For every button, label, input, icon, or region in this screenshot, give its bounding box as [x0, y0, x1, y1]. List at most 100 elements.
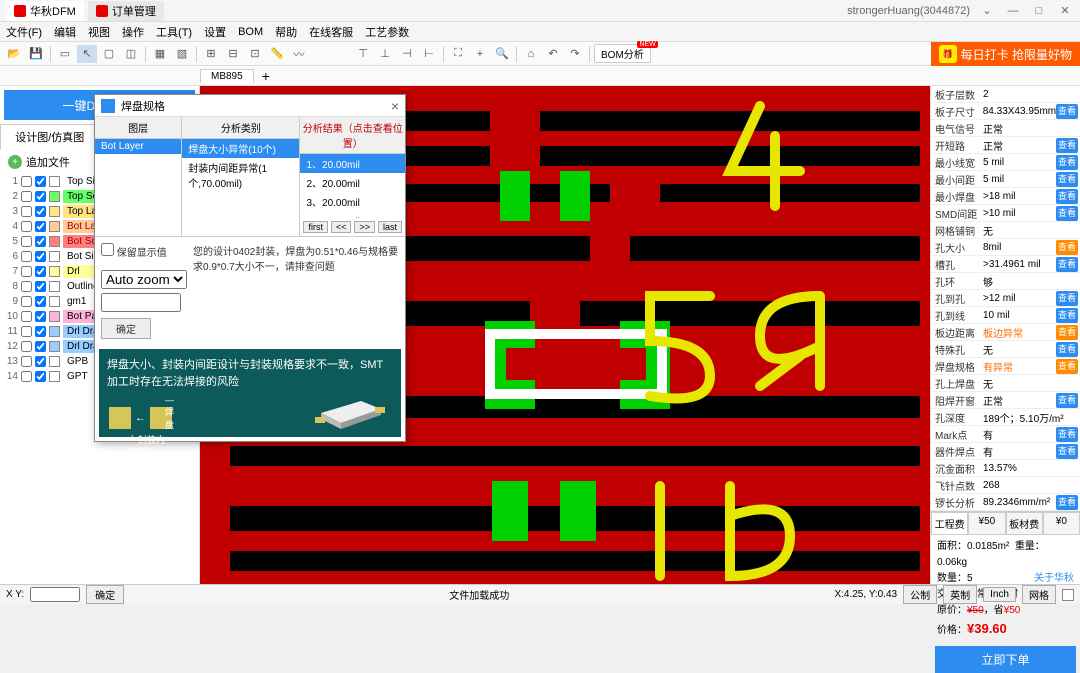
keep-display-checkbox[interactable]: 保留显示值 [101, 248, 167, 259]
prop-row: 网格铺铜无 [931, 222, 1080, 239]
home-icon[interactable]: ⌂ [521, 45, 541, 63]
prop-view-button[interactable]: 查看 [1056, 291, 1078, 306]
menu-item[interactable]: 帮助 [275, 24, 297, 40]
dialog-list-item[interactable]: Bot Layer [95, 139, 181, 154]
zoom-input[interactable] [101, 293, 181, 312]
redo-icon[interactable]: ↷ [565, 45, 585, 63]
layer2-icon[interactable]: ▧ [172, 45, 192, 63]
prop-row: 孔深度189个；5.10万/m² [931, 409, 1080, 426]
dialog-list-item[interactable]: 封装内间距异常(1个,70.00mil) [182, 158, 299, 192]
grid3-icon[interactable]: ⊡ [245, 45, 265, 63]
menu-item[interactable]: 在线客服 [309, 24, 353, 40]
prop-row: Mark点有查看 [931, 426, 1080, 443]
promo-banner[interactable]: 🎁每日打卡 抢限量好物 [931, 42, 1080, 66]
dialog-list-item[interactable]: 3、20.00mil [300, 192, 405, 211]
dialog-list-item[interactable]: 2、20.00mil [300, 173, 405, 192]
unit-imperial[interactable]: 英制 [943, 585, 977, 604]
menu-item[interactable]: 操作 [122, 24, 144, 40]
open-icon[interactable]: 📂 [4, 45, 24, 63]
zoom-fit-icon[interactable]: ⛶ [448, 45, 468, 63]
prop-row: 飞针点数268 [931, 477, 1080, 494]
prop-view-button[interactable]: 查看 [1056, 308, 1078, 323]
order-button[interactable]: 立即下单 [935, 646, 1076, 673]
prop-view-button[interactable]: 查看 [1056, 342, 1078, 357]
align-r-icon[interactable]: ⊢ [419, 45, 439, 63]
prop-row: 开短路正常查看 [931, 137, 1080, 154]
user-menu-icon[interactable]: ⌄ [978, 4, 996, 17]
menu-item[interactable]: 设置 [204, 24, 226, 40]
tool-icon[interactable]: ▢ [99, 45, 119, 63]
menu-item[interactable]: 文件(F) [6, 24, 42, 40]
orders-tab[interactable]: 订单管理 [88, 1, 164, 21]
toolbar: 📂 💾 ▭ ↖ ▢ ◫ ▦ ▧ ⊞ ⊟ ⊡ 📏 〰 ⊤ ⊥ ⊣ ⊢ ⛶ + 🔍 … [0, 42, 1080, 66]
design-tab[interactable]: 设计图/仿真图 [0, 124, 100, 150]
prop-view-button[interactable]: 查看 [1056, 206, 1078, 221]
prop-view-button[interactable]: 查看 [1056, 393, 1078, 408]
cursor-icon[interactable]: ↖ [77, 45, 97, 63]
zoom-select[interactable]: Auto zoom [101, 270, 187, 289]
pager-button[interactable]: >> [354, 221, 375, 233]
grid-icon[interactable]: ⊞ [201, 45, 221, 63]
file-tab[interactable]: MB895 [200, 69, 254, 83]
align-l-icon[interactable]: ⊣ [397, 45, 417, 63]
dialog-title: 焊盘规格 [121, 98, 165, 114]
save-icon[interactable]: 💾 [26, 45, 46, 63]
prop-row: 孔到孔>12 mil查看 [931, 290, 1080, 307]
xy-ok-button[interactable]: 确定 [86, 585, 124, 604]
tool2-icon[interactable]: ◫ [121, 45, 141, 63]
dialog-list-item[interactable]: 焊盘大小异常(10个) [182, 139, 299, 158]
prop-row: 最小间距5 mil查看 [931, 171, 1080, 188]
dialog-list-item[interactable]: 1、20.00mil [300, 154, 405, 173]
menu-item[interactable]: BOM [238, 26, 263, 38]
prop-view-button[interactable]: 查看 [1056, 359, 1078, 374]
add-tab-button[interactable]: + [262, 68, 270, 84]
pager-button[interactable]: first [303, 221, 328, 233]
cost-tab-eng[interactable]: 工程费 [931, 512, 968, 535]
prop-view-button[interactable]: 查看 [1056, 104, 1078, 119]
pager-button[interactable]: last [378, 221, 402, 233]
close-button[interactable]: ✕ [1056, 4, 1074, 17]
prop-view-button[interactable]: 查看 [1056, 495, 1078, 510]
dialog-close-button[interactable]: × [391, 98, 399, 114]
app-tab[interactable]: 华秋DFM [6, 1, 84, 21]
minimize-button[interactable]: — [1004, 5, 1022, 17]
maximize-button[interactable]: □ [1030, 5, 1048, 17]
unit-inch[interactable]: Inch [983, 587, 1016, 602]
xy-input[interactable] [30, 587, 80, 602]
prop-row: 孔到线10 mil查看 [931, 307, 1080, 324]
prop-view-button[interactable]: 查看 [1056, 189, 1078, 204]
prop-row: 器件焊点有查看 [931, 443, 1080, 460]
layer-icon[interactable]: ▦ [150, 45, 170, 63]
align-b-icon[interactable]: ⊥ [375, 45, 395, 63]
app-logo-icon [14, 5, 26, 17]
menu-item[interactable]: 工艺参数 [365, 24, 409, 40]
prop-view-button[interactable]: 查看 [1056, 138, 1078, 153]
bom-button[interactable]: BOM分析NEW [594, 44, 651, 63]
pager-button[interactable]: << [331, 221, 352, 233]
cost-tab-mat[interactable]: 板材费 [1006, 512, 1043, 535]
color-swatch[interactable] [1062, 589, 1074, 601]
undo-icon[interactable]: ↶ [543, 45, 563, 63]
dialog-titlebar[interactable]: 焊盘规格 × [95, 95, 405, 117]
prop-view-button[interactable]: 查看 [1056, 325, 1078, 340]
zoom-in-icon[interactable]: + [470, 45, 490, 63]
prop-view-button[interactable]: 查看 [1056, 444, 1078, 459]
prop-view-button[interactable]: 查看 [1056, 172, 1078, 187]
prop-view-button[interactable]: 查看 [1056, 257, 1078, 272]
align-t-icon[interactable]: ⊤ [353, 45, 373, 63]
ruler-icon[interactable]: 📏 [267, 45, 287, 63]
dialog-ok-button[interactable]: 确定 [101, 318, 151, 339]
unit-metric[interactable]: 公制 [903, 585, 937, 604]
trace-icon[interactable]: 〰 [289, 45, 309, 63]
menu-item[interactable]: 工具(T) [156, 24, 192, 40]
menu-item[interactable]: 视图 [88, 24, 110, 40]
zoom-sel-icon[interactable]: 🔍 [492, 45, 512, 63]
grid-toggle[interactable]: 网格 [1022, 585, 1056, 604]
grid2-icon[interactable]: ⊟ [223, 45, 243, 63]
prop-view-button[interactable]: 查看 [1056, 427, 1078, 442]
dialog-list-item[interactable]: 4、30.00mil [300, 211, 405, 218]
prop-view-button[interactable]: 查看 [1056, 240, 1078, 255]
select-icon[interactable]: ▭ [55, 45, 75, 63]
prop-view-button[interactable]: 查看 [1056, 155, 1078, 170]
menu-item[interactable]: 编辑 [54, 24, 76, 40]
